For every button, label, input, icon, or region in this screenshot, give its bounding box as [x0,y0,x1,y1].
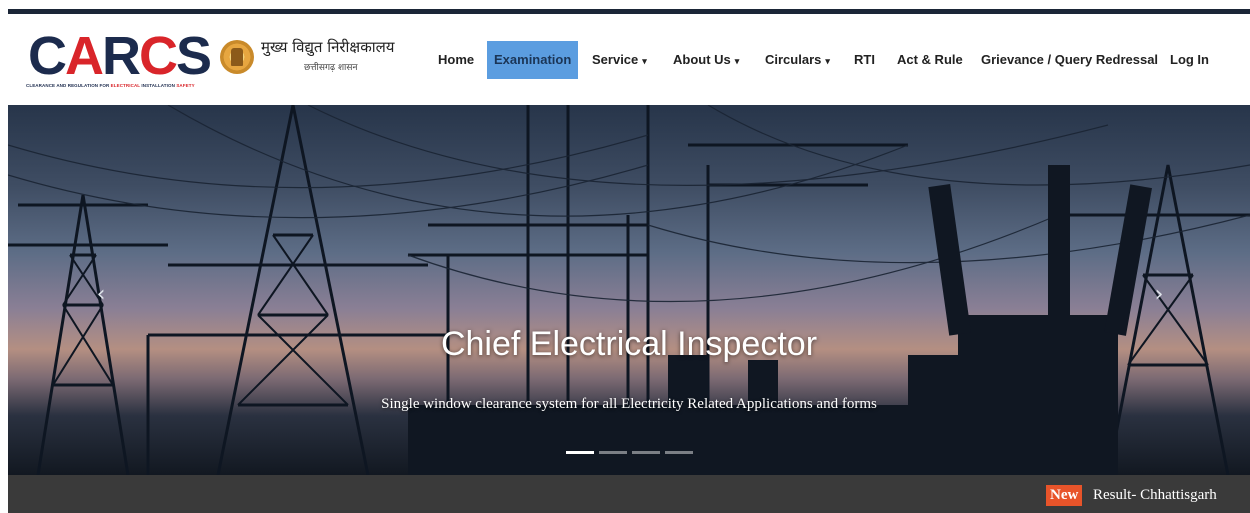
nav-act-rule[interactable]: Act & Rule [897,41,963,79]
new-badge: New [1046,485,1083,506]
carousel-indicator-1[interactable] [566,451,594,454]
carousel-title: Chief Electrical Inspector [440,325,818,363]
nav-about-label: About Us [673,52,731,67]
chevron-down-icon: ▾ [642,56,647,66]
government-subtitle-hindi: छत्तीसगढ़ शासन [304,63,358,73]
nav-service[interactable]: Service ▾ [592,41,647,79]
logo-letter-s: S [176,26,212,86]
nav-grievance[interactable]: Grievance / Query Redressal [981,41,1158,79]
chevron-down-icon: ▾ [825,56,830,66]
carousel-indicator-2[interactable] [599,451,627,454]
carousel-indicators [566,448,696,458]
nav-examination[interactable]: Examination [487,41,579,79]
carousel-indicator-3[interactable] [632,451,660,454]
carousel-indicator-4[interactable] [665,451,693,454]
nav-circulars[interactable]: Circulars ▾ [765,41,830,79]
main-navbar: CARCS CLEARANCE AND REGULATION FOR ELECT… [8,14,1250,105]
carousel-next-button[interactable]: › [1144,280,1174,310]
tagline-part-3: INSTALLATION [140,83,177,88]
nav-home[interactable]: Home [438,41,474,79]
power-lines-silhouette [8,105,1250,475]
carousel-prev-button[interactable]: ‹ [86,280,116,310]
department-title-hindi: मुख्य विद्युत निरीक्षकालय [261,38,395,56]
logo-letter-a: A [65,26,104,86]
nav-rti[interactable]: RTI [854,41,875,79]
chevron-left-icon: ‹ [96,282,106,307]
nav-about-us[interactable]: About Us ▾ [673,41,739,79]
tagline-part-2: ELECTRICAL [110,83,141,88]
logo-wordmark: CARCS [28,26,212,86]
hero-carousel: ‹ › Chief Electrical Inspector Single wi… [8,105,1250,475]
news-ticker: New Result- Chhattisgarh [8,475,1250,513]
logo-letter-r: R [102,26,141,86]
logo-letter-c2: C [139,26,178,86]
carousel-subtitle: Single window clearance system for all E… [381,396,877,412]
emblem-pillar [231,48,243,66]
nav-service-label: Service [592,52,639,67]
tagline-part-4: SAFETY [176,83,195,88]
logo-letter-c: C [28,26,67,86]
logo-tagline: CLEARANCE AND REGULATION FOR ELECTRICAL … [26,83,222,88]
tagline-part-1: CLEARANCE AND REGULATION FOR [26,83,111,88]
nav-login[interactable]: Log In [1170,41,1209,79]
state-emblem-icon [220,40,254,74]
cares-logo[interactable]: CARCS CLEARANCE AND REGULATION FOR ELECT… [22,26,220,92]
nav-circulars-label: Circulars [765,52,822,67]
chevron-down-icon: ▾ [734,56,740,66]
chevron-right-icon: › [1154,282,1164,307]
ticker-link[interactable]: Result- Chhattisgarh [1093,485,1217,506]
